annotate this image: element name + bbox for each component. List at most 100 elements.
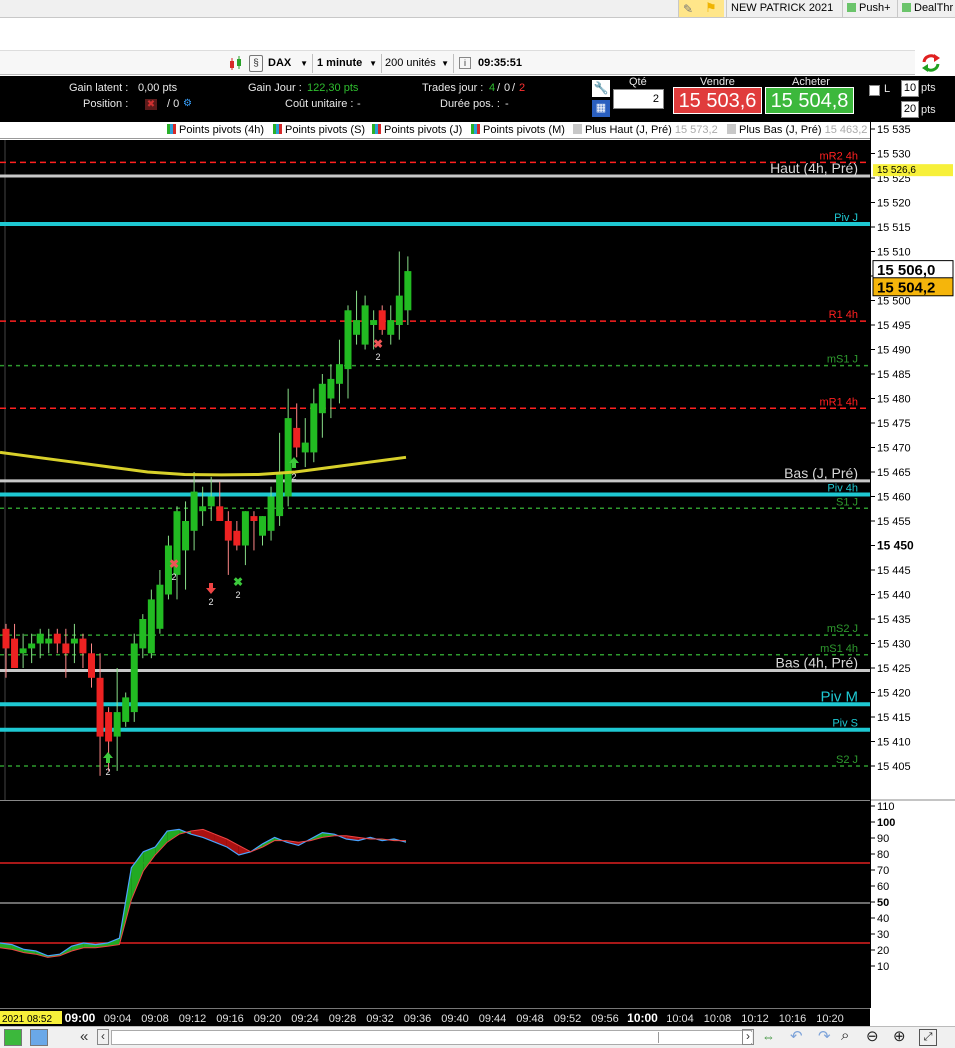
position-settings-icon[interactable]: ⚙: [183, 98, 192, 109]
horizontal-scrollbar[interactable]: [111, 1030, 752, 1045]
price-tick-label: 15 500: [877, 296, 911, 308]
calendar-icon[interactable]: [30, 1029, 48, 1046]
candle-body: [2, 628, 10, 649]
candle-body: [11, 638, 19, 668]
limit-label: L: [884, 83, 891, 95]
green-square-icon: [847, 3, 856, 12]
scroll-left-fast-button[interactable]: «: [80, 1028, 88, 1045]
layout-icon[interactable]: [4, 1029, 22, 1046]
units-label: 200 unités: [385, 57, 436, 69]
level-label: S1 J: [836, 496, 858, 508]
candle-body: [79, 638, 87, 654]
timeframe-select[interactable]: 1 minute ▼: [317, 54, 379, 73]
haut-price-tag: 15 526,6: [877, 165, 916, 176]
legend-label: Points pivots (4h): [179, 124, 264, 136]
level-label: S2 J: [836, 754, 858, 766]
legend-label: Points pivots (J): [384, 124, 463, 136]
close-position-icon[interactable]: ✖: [145, 99, 157, 110]
candle-body: [139, 619, 147, 649]
calculator-icon[interactable]: ▦: [592, 100, 610, 117]
tab-label: Push+: [859, 2, 891, 14]
buy-arrow-icon: [103, 752, 113, 763]
redo-icon[interactable]: ↷: [818, 1027, 831, 1045]
zoom-in-icon[interactable]: ⊕: [893, 1027, 906, 1045]
marker-qty-label: 2: [105, 767, 110, 777]
bottom-toolbar: « ‹ › ⇔ ↶ ↷ ⌕ ⊖ ⊕ ⤢: [0, 1026, 955, 1048]
legend-item[interactable]: Points pivots (J): [372, 123, 462, 137]
trading-window: ✎ ⚑ NEW PATRICK 2021 Push+ DealThr § DAX…: [0, 0, 955, 1048]
price-chart[interactable]: mR2 4h Haut (4h, Pré) Piv J R1 4h mS1 JmR1 4…: [0, 140, 870, 800]
instrument-select[interactable]: DAX ▼: [268, 54, 310, 73]
buy-button[interactable]: 15 504,8: [765, 87, 854, 114]
zoom-out-icon[interactable]: ⊖: [866, 1027, 879, 1045]
divider: [381, 54, 382, 73]
toolbar-icons[interactable]: ✎ ⚑: [678, 0, 724, 17]
time-tick-label: 09:56: [591, 1013, 619, 1025]
limit-checkbox[interactable]: [869, 85, 880, 96]
time-tick-label: 09:20: [254, 1013, 282, 1025]
flag-icon[interactable]: ⚑: [705, 0, 717, 16]
candle-body: [199, 506, 207, 512]
legend-item[interactable]: Points pivots (M): [471, 123, 565, 137]
candles-icon[interactable]: [228, 56, 244, 71]
trades-sep: /: [497, 82, 501, 94]
oscillator-panel[interactable]: [0, 800, 870, 1008]
osc-tick-label: 100: [877, 817, 895, 829]
tab-new-patrick[interactable]: NEW PATRICK 2021: [726, 0, 840, 17]
qty-input[interactable]: [613, 89, 664, 109]
level-label: mS1 J: [827, 354, 858, 366]
marker-qty-label: 2: [291, 472, 296, 482]
legend-item[interactable]: Points pivots (S): [273, 123, 365, 137]
last-price-tag: 15 506,0: [877, 262, 935, 279]
candle-body: [327, 378, 335, 399]
units-select[interactable]: 200 unités ▼: [385, 54, 451, 73]
zoom-fit-icon[interactable]: ⌕: [841, 1027, 849, 1044]
gain-jour-label: Gain Jour :: [248, 82, 302, 94]
fullscreen-icon[interactable]: ⤢: [919, 1029, 937, 1046]
price-tick-label: 15 405: [877, 761, 911, 773]
exit-cross-icon: ✖: [373, 337, 383, 351]
tab-dealthr[interactable]: DealThr: [897, 0, 955, 17]
undo-icon[interactable]: ↶: [790, 1027, 803, 1045]
price-tick-label: 15 480: [877, 394, 911, 406]
scroll-right-button[interactable]: ›: [742, 1029, 754, 1045]
pencil-icon[interactable]: ✎: [683, 2, 693, 16]
duree-value: -: [505, 98, 509, 110]
refresh-button[interactable]: [916, 50, 955, 76]
time-axis[interactable]: 2021 08:52 09:00 09:04 09:08 09:12 09:16 09:20…: [0, 1008, 870, 1026]
chevron-down-icon: ▼: [369, 59, 377, 68]
pts1-input[interactable]: 10: [901, 80, 919, 97]
price-tick-label: 15 425: [877, 663, 911, 675]
pts2-label: pts: [921, 104, 936, 116]
pts2-input[interactable]: 20: [901, 101, 919, 118]
osc-tick-label: 40: [877, 913, 889, 925]
candle-body: [370, 320, 378, 325]
scrollbar-thumb[interactable]: [658, 1032, 752, 1043]
scroll-left-button[interactable]: ‹: [97, 1029, 109, 1045]
legend-item[interactable]: Points pivots (4h): [167, 123, 264, 137]
price-axis[interactable]: 15 535 15 530 15 525 15 520 15 515 15 510 15 5…: [870, 122, 955, 1008]
legend-item[interactable]: Plus Haut (J, Pré) 15 573,2: [573, 123, 718, 137]
top-tab-strip: ✎ ⚑ NEW PATRICK 2021 Push+ DealThr: [0, 0, 955, 18]
trades-winning: 4: [489, 82, 496, 94]
candle-body: [190, 491, 198, 531]
bar-spacing-icon[interactable]: ⇔: [762, 1029, 780, 1046]
divider: [453, 54, 454, 73]
candle-body: [344, 310, 352, 370]
square-icon: [573, 124, 582, 134]
tab-push[interactable]: Push+: [842, 0, 896, 17]
legend-label: Points pivots (S): [285, 124, 366, 136]
price-tick-label: 15 435: [877, 614, 911, 626]
price-axis-svg: 15 53515 53015 52515 52015 51515 51015 5…: [871, 124, 955, 973]
marker-qty-label: 2: [235, 590, 240, 600]
marker-qty-label: 2: [171, 572, 176, 582]
candle-body: [62, 643, 70, 654]
wrench-icon[interactable]: 🔧: [592, 80, 610, 97]
info-icon[interactable]: i: [459, 57, 471, 69]
sell-button[interactable]: 15 503,6: [673, 87, 762, 114]
level-label: mS1 4h: [820, 643, 858, 655]
gain-latent-value: 0,00 pts: [138, 82, 178, 94]
square-icon: [727, 124, 736, 134]
instrument-info-icon[interactable]: §: [249, 55, 263, 72]
legend-item[interactable]: Plus Bas (J, Pré) 15 463,2: [727, 123, 867, 137]
